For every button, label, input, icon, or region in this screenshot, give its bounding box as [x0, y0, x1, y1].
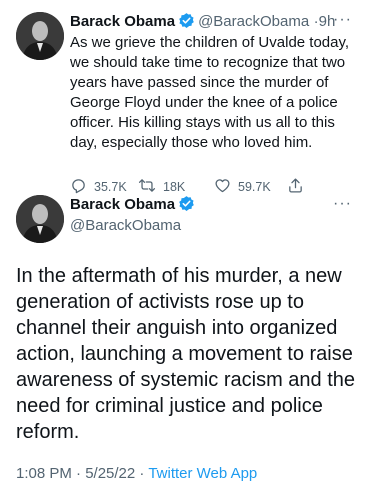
tweet-text: As we grieve the children of Uvalde toda… — [70, 34, 350, 151]
avatar[interactable] — [16, 195, 64, 243]
reply-count: 35.7K — [94, 180, 127, 194]
tweet-actions: 35.7K 18K 59.7K — [70, 177, 340, 197]
like-count: 59.7K — [238, 180, 271, 194]
tweet-header: Barack Obama @BarackObama ·9h — [70, 12, 335, 34]
tweet-meta: 1:08 PM · 5/25/22 · Twitter Web App — [16, 465, 257, 482]
like-button[interactable]: 59.7K — [214, 177, 271, 197]
meta-separator: · — [135, 465, 149, 482]
author-name-row: Barack Obama — [70, 195, 198, 216]
more-icon[interactable]: ··· — [333, 11, 352, 29]
tweet-source-link[interactable]: Twitter Web App — [148, 465, 257, 482]
reply-icon — [70, 177, 94, 197]
tweet-text: In the aftermath of his murder, a new ge… — [16, 265, 356, 443]
like-icon — [214, 177, 238, 197]
author-name[interactable]: Barack Obama — [70, 196, 175, 213]
retweet-icon — [138, 177, 163, 197]
author-handle[interactable]: @BarackObama — [70, 217, 181, 234]
verified-badge-icon — [178, 12, 195, 34]
share-button[interactable] — [287, 177, 311, 197]
author-name[interactable]: Barack Obama — [70, 13, 175, 30]
avatar[interactable] — [16, 12, 64, 60]
retweet-count: 18K — [163, 180, 186, 194]
verified-badge-icon — [178, 195, 195, 216]
retweet-button[interactable]: 18K — [138, 177, 185, 197]
tweet-timestamp[interactable]: 1:08 PM · 5/25/22 — [16, 465, 135, 482]
share-icon — [287, 177, 311, 197]
reply-button[interactable]: 35.7K — [70, 177, 127, 197]
author-handle[interactable]: @BarackObama — [198, 13, 309, 30]
more-icon[interactable]: ··· — [333, 195, 352, 213]
